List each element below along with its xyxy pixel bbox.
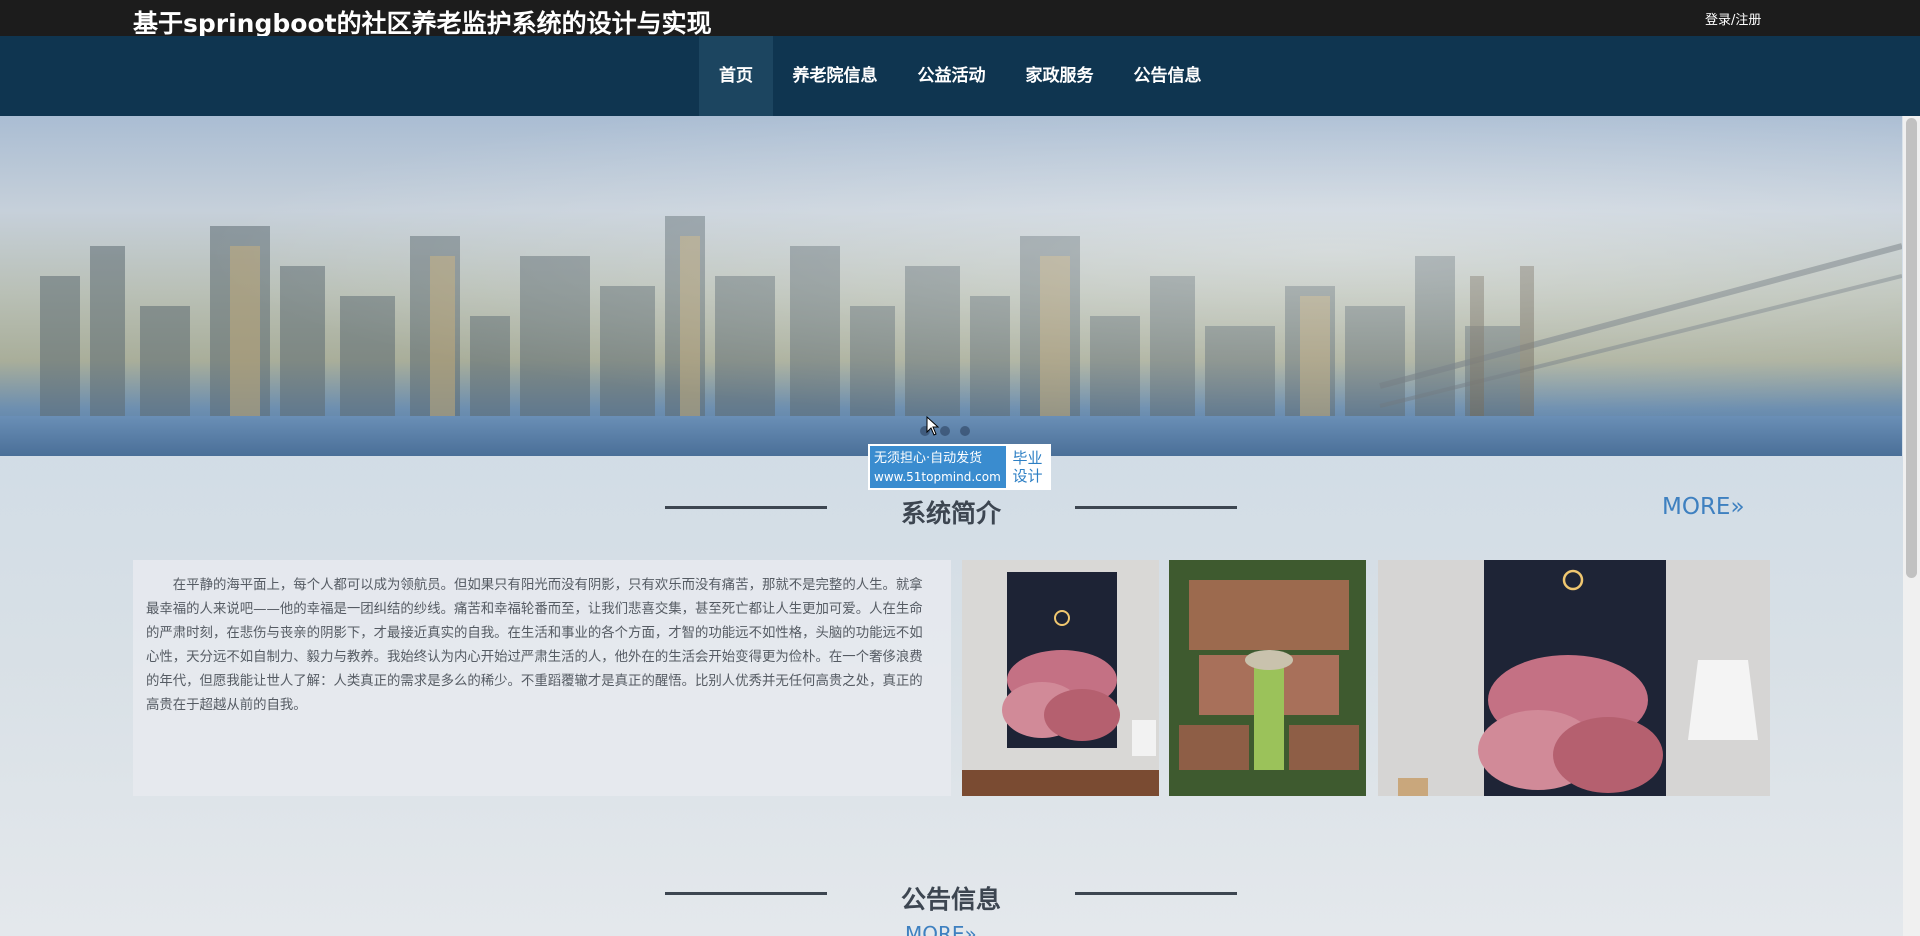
intro-image-nursing-campus[interactable]	[1169, 560, 1366, 796]
carousel-dot[interactable]	[960, 426, 970, 436]
intro-image-cloud-painting[interactable]	[962, 560, 1159, 796]
intro-section-title: 系统简介	[900, 499, 1001, 528]
section-divider-left	[665, 506, 827, 509]
section-divider-left	[665, 892, 827, 895]
nav-item-notices[interactable]: 公告信息	[1125, 36, 1210, 116]
scrollbar-thumb[interactable]	[1906, 118, 1917, 578]
notice-more-link[interactable]: MORE»	[905, 922, 977, 936]
intro-image-cloud-painting-large[interactable]	[1378, 560, 1770, 796]
nav-item-home[interactable]: 首页	[699, 36, 773, 116]
banner-carousel[interactable]	[0, 116, 1902, 456]
section-divider-right	[1075, 506, 1237, 509]
site-title: 基于springboot的社区养老监护系统的设计与实现	[133, 9, 712, 38]
watermark-badge: 无须担心·自动发货 www.51topmind.com 毕业设计	[868, 444, 1051, 490]
top-bar: 基于springboot的社区养老监护系统的设计与实现 登录/注册	[0, 0, 1920, 38]
nav-item-housekeeping[interactable]: 家政服务	[1017, 36, 1102, 116]
nav-item-nursing-homes[interactable]: 养老院信息	[783, 36, 887, 116]
notice-section-title: 公告信息	[900, 885, 1001, 914]
carousel-dot[interactable]	[940, 426, 950, 436]
login-register-link[interactable]: 登录/注册	[1705, 9, 1761, 28]
section-divider-right	[1075, 892, 1237, 895]
watermark-url: www.51topmind.com	[874, 470, 1001, 484]
nav-item-charity[interactable]: 公益活动	[909, 36, 994, 116]
intro-more-link[interactable]: MORE»	[1662, 494, 1745, 520]
intro-text: 在平静的海平面上，每个人都可以成为领航员。但如果只有阳光而没有阴影，只有欢乐而没…	[146, 578, 923, 713]
watermark-tag: 毕业设计	[1004, 446, 1049, 488]
watermark-slogan: 无须担心·自动发货	[874, 451, 983, 466]
main-nav: 首页 养老院信息 公益活动 家政服务 公告信息	[0, 36, 1920, 116]
mouse-cursor-icon	[926, 416, 940, 436]
